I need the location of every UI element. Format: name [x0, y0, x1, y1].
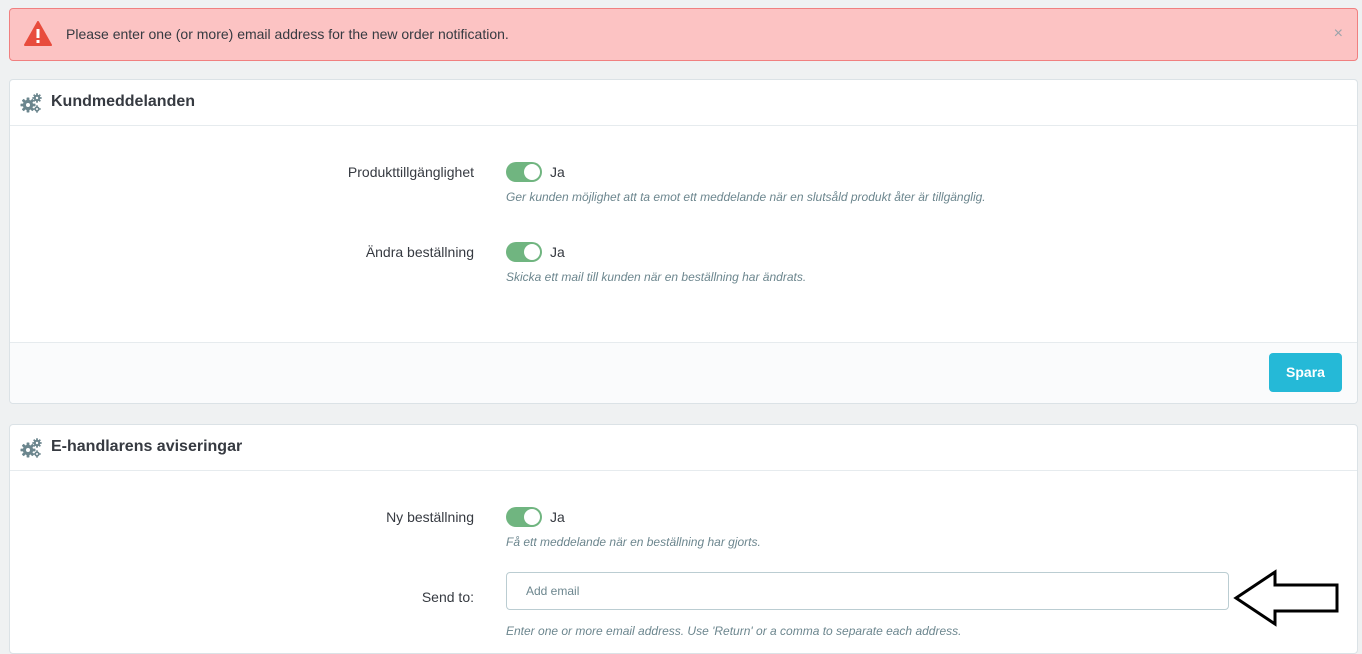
field-label: Ny beställning — [386, 509, 474, 525]
customer-notifications-panel: Kundmeddelanden Produkttillgänglighet Ja… — [9, 79, 1358, 404]
alert-message: Please enter one (or more) email address… — [66, 26, 509, 42]
new-order-toggle[interactable] — [506, 507, 542, 527]
help-text: Få ett meddelande när en beställning har… — [506, 535, 761, 549]
save-button[interactable]: Spara — [1269, 353, 1342, 392]
field-label: Ändra beställning — [365, 244, 474, 260]
close-icon[interactable]: × — [1334, 25, 1343, 43]
help-text: Skicka ett mail till kunden när en bestä… — [506, 270, 807, 284]
warning-triangle-icon — [24, 21, 52, 46]
toggle-value-label: Ja — [550, 509, 565, 525]
panel-heading: Kundmeddelanden — [10, 80, 1357, 126]
panel-title: E-handlarens aviseringar — [51, 438, 243, 455]
toggle-knob — [524, 164, 540, 180]
merchant-notifications-panel: E-handlarens aviseringar Ny beställning … — [9, 424, 1358, 654]
arrow-left-icon — [1233, 569, 1339, 627]
panel-footer: Spara — [10, 342, 1357, 403]
help-text: Ger kunden möjlighet att ta emot ett med… — [506, 190, 986, 204]
toggle-value-label: Ja — [550, 244, 565, 260]
product-availability-toggle[interactable] — [506, 162, 542, 182]
panel-heading: E-handlarens aviseringar — [10, 425, 1357, 471]
error-alert: Please enter one (or more) email address… — [9, 8, 1358, 61]
order-edit-toggle[interactable] — [506, 242, 542, 262]
field-label: Send to: — [421, 589, 474, 605]
toggle-knob — [524, 509, 540, 525]
field-label: Produkttillgänglighet — [347, 164, 474, 180]
cogs-icon — [20, 93, 42, 113]
help-text: Enter one or more email address. Use 'Re… — [506, 624, 962, 638]
panel-title: Kundmeddelanden — [51, 93, 196, 110]
toggle-value-label: Ja — [550, 164, 565, 180]
toggle-knob — [524, 244, 540, 260]
cogs-icon — [20, 438, 42, 458]
email-field[interactable] — [506, 572, 1229, 610]
